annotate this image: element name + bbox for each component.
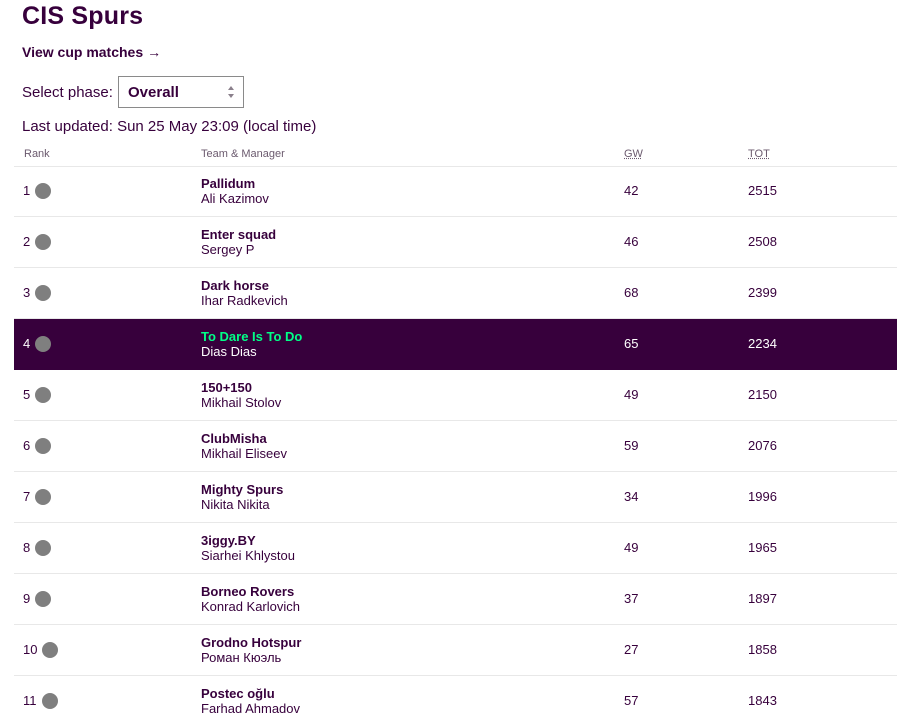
cup-link-label: View cup matches <box>22 44 144 60</box>
rank-movement-icon <box>35 387 51 403</box>
rank-value: 6 <box>23 438 31 453</box>
rank-movement-icon <box>42 693 58 709</box>
team-name-link[interactable]: Mighty Spurs <box>201 482 283 497</box>
manager-name: Роман Кюэль <box>201 650 282 665</box>
column-header-rank: Rank <box>24 148 50 160</box>
table-header: Rank Team & Manager GW TOT <box>14 146 897 167</box>
manager-name: Konrad Karlovich <box>201 599 300 614</box>
rank-movement-icon <box>35 234 51 250</box>
column-header-gw[interactable]: GW <box>624 148 643 160</box>
last-updated-text: Last updated: Sun 25 May 23:09 (local ti… <box>22 118 317 135</box>
standings-table: 1 Pallidum Ali Kazimov 42 2515 2 Enter squad Se… <box>14 166 897 723</box>
gw-points: 49 <box>624 540 639 555</box>
total-points: 1843 <box>748 693 777 708</box>
team-name-link[interactable]: 150+150 <box>201 380 252 395</box>
phase-select[interactable]: Overall <box>118 76 244 108</box>
total-points: 2076 <box>748 438 777 453</box>
rank-movement-icon <box>35 591 51 607</box>
table-row[interactable]: 5 150+150 Mikhail Stolov 49 2150 <box>14 370 897 421</box>
phase-label: Select phase: <box>22 84 113 101</box>
team-name-link[interactable]: Pallidum <box>201 176 255 191</box>
column-header-team-manager: Team & Manager <box>201 148 285 160</box>
manager-name: Farhad Ahmadov <box>201 701 301 716</box>
rank-value: 4 <box>23 336 31 351</box>
table-row[interactable]: 11 Postec oğlu Farhad Ahmadov 57 1843 <box>14 676 897 723</box>
total-points: 2515 <box>748 183 777 198</box>
manager-name: Mikhail Stolov <box>201 395 282 410</box>
rank-movement-icon <box>35 438 51 454</box>
gw-points: 49 <box>624 387 639 402</box>
total-points: 2150 <box>748 387 777 402</box>
team-name-link[interactable]: Grodno Hotspur <box>201 635 301 650</box>
manager-name: Sergey P <box>201 242 255 257</box>
gw-points: 57 <box>624 693 639 708</box>
table-row[interactable]: 10 Grodno Hotspur Роман Кюэль 27 1858 <box>14 625 897 676</box>
team-name-link[interactable]: Postec oğlu <box>201 686 275 701</box>
table-row[interactable]: 7 Mighty Spurs Nikita Nikita 34 1996 <box>14 472 897 523</box>
rank-movement-icon <box>35 336 51 352</box>
arrow-right-icon: → <box>147 44 162 60</box>
gw-points: 65 <box>624 336 639 351</box>
total-points: 2234 <box>748 336 777 351</box>
team-name-link[interactable]: Enter squad <box>201 227 276 242</box>
manager-name: Ali Kazimov <box>201 191 269 206</box>
column-header-tot[interactable]: TOT <box>748 148 770 160</box>
rank-movement-icon <box>35 183 51 199</box>
table-row[interactable]: 9 Borneo Rovers Konrad Karlovich 37 1897 <box>14 574 897 625</box>
rank-value: 8 <box>23 540 31 555</box>
manager-name: Mikhail Eliseev <box>201 446 287 461</box>
team-name-link[interactable]: Dark horse <box>201 278 269 293</box>
manager-name: Siarhei Khlystou <box>201 548 295 563</box>
table-row[interactable]: 8 3iggy.BY Siarhei Khlystou 49 1965 <box>14 523 897 574</box>
gw-points: 59 <box>624 438 639 453</box>
rank-movement-icon <box>42 642 58 658</box>
rank-value: 7 <box>23 489 31 504</box>
table-row[interactable]: 6 ClubMisha Mikhail Eliseev 59 2076 <box>14 421 897 472</box>
manager-name: Nikita Nikita <box>201 497 270 512</box>
team-name-link[interactable]: Borneo Rovers <box>201 584 294 599</box>
rank-value: 2 <box>23 234 31 249</box>
gw-points: 37 <box>624 591 639 606</box>
gw-points: 42 <box>624 183 639 198</box>
team-name-link[interactable]: ClubMisha <box>201 431 267 446</box>
team-name-link[interactable]: To Dare Is To Do <box>201 329 302 344</box>
total-points: 2399 <box>748 285 777 300</box>
total-points: 1897 <box>748 591 777 606</box>
total-points: 2508 <box>748 234 777 249</box>
rank-movement-icon <box>35 540 51 556</box>
rank-value: 11 <box>23 693 37 708</box>
rank-value: 3 <box>23 285 31 300</box>
gw-points: 46 <box>624 234 639 249</box>
gw-points: 68 <box>624 285 639 300</box>
rank-value: 10 <box>23 642 38 657</box>
total-points: 1858 <box>748 642 777 657</box>
manager-name: Dias Dias <box>201 344 257 359</box>
table-row[interactable]: 1 Pallidum Ali Kazimov 42 2515 <box>14 166 897 217</box>
table-row[interactable]: 4 To Dare Is To Do Dias Dias 65 2234 <box>14 319 897 370</box>
total-points: 1965 <box>748 540 777 555</box>
rank-movement-icon <box>35 285 51 301</box>
manager-name: Ihar Radkevich <box>201 293 288 308</box>
team-name-link[interactable]: 3iggy.BY <box>201 533 256 548</box>
league-page: CIS Spurs View cup matches → Select phase… <box>0 0 913 723</box>
select-arrows-icon <box>228 86 234 98</box>
rank-value: 5 <box>23 387 31 402</box>
rank-value: 9 <box>23 591 31 606</box>
table-row[interactable]: 3 Dark horse Ihar Radkevich 68 2399 <box>14 268 897 319</box>
rank-value: 1 <box>23 183 31 198</box>
phase-selected-value: Overall <box>128 84 179 101</box>
total-points: 1996 <box>748 489 777 504</box>
gw-points: 34 <box>624 489 639 504</box>
view-cup-matches-link[interactable]: View cup matches → <box>22 44 161 60</box>
table-row[interactable]: 2 Enter squad Sergey P 46 2508 <box>14 217 897 268</box>
page-title: CIS Spurs <box>22 2 144 30</box>
rank-movement-icon <box>35 489 51 505</box>
gw-points: 27 <box>624 642 639 657</box>
